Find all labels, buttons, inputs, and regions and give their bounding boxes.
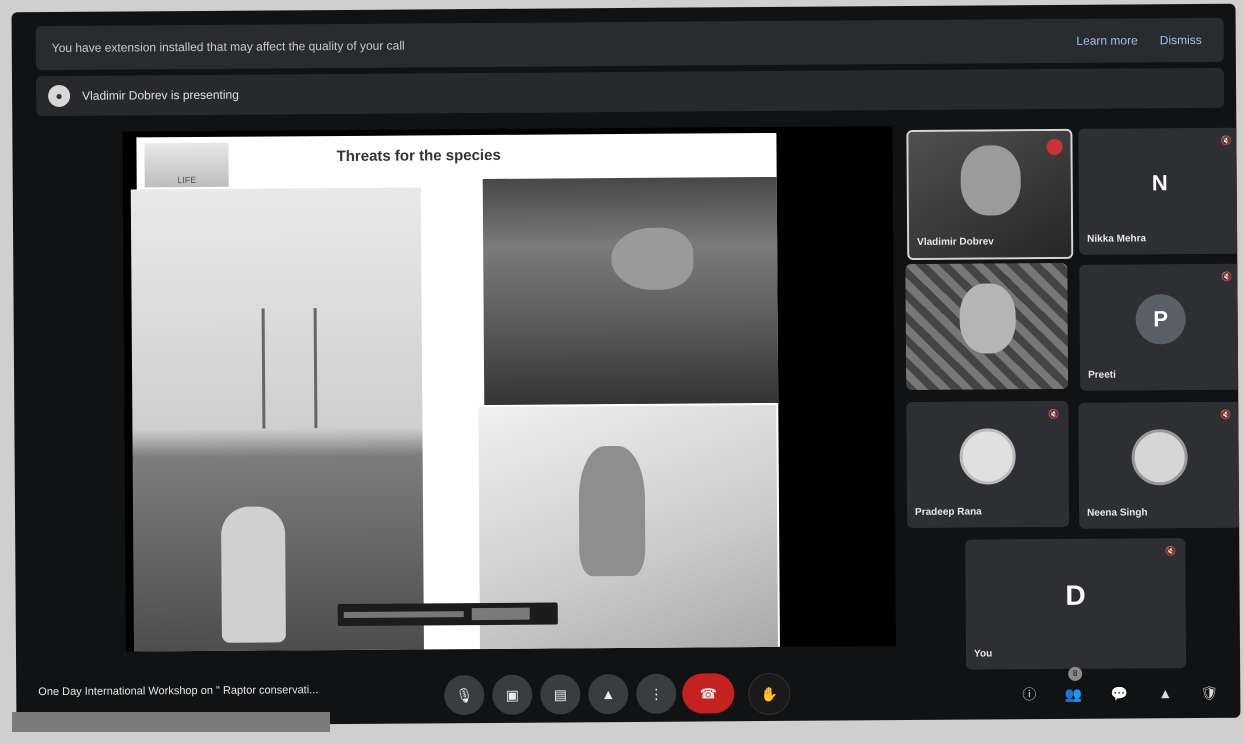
presenter-avatar: ● — [48, 84, 71, 108]
photo-bird — [578, 445, 646, 577]
participant-avatar: N — [1151, 170, 1168, 196]
participant-name: Preeti — [1088, 369, 1116, 381]
slide-photo-vulture — [482, 176, 779, 405]
participant-tile[interactable]: Vladimir Dobrev — [906, 128, 1074, 261]
present-icon[interactable]: ▲ — [588, 673, 629, 715]
participant-grid: Vladimir Dobrev 🔇 N Nikka Mehra 🔇 P Pree… — [892, 122, 1241, 684]
shared-slide: LIFE Threats for the species — [130, 132, 780, 652]
participant-tile[interactable]: 🔇 P Preeti — [1079, 263, 1241, 391]
mic-icon[interactable]: 🎙 — [444, 674, 485, 716]
meeting-title: One Day International Workshop on " Rapt… — [38, 684, 319, 699]
presenting-label: Vladimir Dobrev is presenting — [82, 87, 239, 103]
participant-name: Neena Singh — [1087, 507, 1148, 519]
power-pole — [261, 308, 266, 429]
monitor-bottom-edge — [12, 712, 330, 732]
slide-title: Threats for the species — [336, 146, 501, 166]
more-icon[interactable]: ⋮ — [636, 673, 677, 714]
mic-off-icon: 🔇 — [1220, 135, 1232, 146]
toast-button[interactable] — [471, 607, 530, 621]
slide-logo-text: LIFE — [177, 174, 197, 186]
participant-photo — [959, 428, 1016, 486]
captions-icon[interactable]: ▤ — [540, 674, 581, 715]
participant-name: Pradeep Rana — [914, 506, 982, 518]
mic-off-icon: 🔇 — [1048, 408, 1060, 420]
info-icon[interactable]: ⓘ — [1016, 681, 1042, 707]
participant-avatar: D — [1065, 579, 1086, 612]
participant-tile[interactable]: 🔇 Pradeep Rana — [906, 400, 1070, 529]
activities-icon[interactable]: ▲ — [1152, 680, 1178, 706]
learn-more-button[interactable]: Learn more — [1076, 33, 1137, 47]
chat-icon[interactable]: 💬 — [1106, 680, 1132, 706]
participant-avatar: P — [1135, 294, 1186, 345]
presenting-bar: ● Vladimir Dobrev is presenting — [35, 67, 1225, 117]
speaking-indicator — [1046, 138, 1063, 156]
toast-text — [343, 611, 464, 618]
participant-tile[interactable]: 🔇 Neena Singh — [1078, 401, 1241, 529]
photo-bird — [611, 227, 694, 291]
participant-name: Vladimir Dobrev — [917, 236, 994, 248]
dismiss-button[interactable]: Dismiss — [1160, 33, 1202, 47]
presentation-stage: LIFE Threats for the species — [122, 126, 896, 652]
banner-message: You have extension installed that may af… — [51, 38, 405, 56]
mic-off-icon: 🔇 — [1165, 546, 1177, 557]
participant-name: Nikka Mehra — [1087, 233, 1147, 245]
camera-icon[interactable]: ▣ — [492, 674, 533, 715]
participant-face — [959, 283, 1016, 354]
presentation-toast — [337, 602, 558, 627]
self-tile[interactable]: 🔇 D You — [965, 538, 1187, 670]
participant-face — [960, 145, 1021, 216]
raise-hand-icon[interactable]: ✋ — [748, 672, 791, 716]
power-pole — [313, 308, 318, 429]
slide-logo: LIFE — [144, 142, 229, 188]
hangup-icon[interactable]: ☎ — [682, 673, 735, 714]
participant-tile[interactable] — [905, 262, 1069, 391]
extension-banner: You have extension installed that may af… — [35, 17, 1224, 71]
participant-tile[interactable]: 🔇 N Nikka Mehra — [1078, 127, 1241, 255]
host-controls-icon[interactable]: 🛡 — [1196, 680, 1222, 706]
participant-photo — [1131, 429, 1188, 486]
participant-count-badge: 8 — [1068, 666, 1083, 681]
people-icon[interactable]: 👥 8 — [1060, 666, 1086, 707]
meet-window: You have extension installed that may af… — [11, 3, 1241, 727]
mic-off-icon: 🔇 — [1221, 271, 1233, 282]
photo-figure — [220, 506, 286, 643]
slide-photo-powerlines — [130, 187, 424, 652]
mic-off-icon: 🔇 — [1220, 409, 1232, 420]
